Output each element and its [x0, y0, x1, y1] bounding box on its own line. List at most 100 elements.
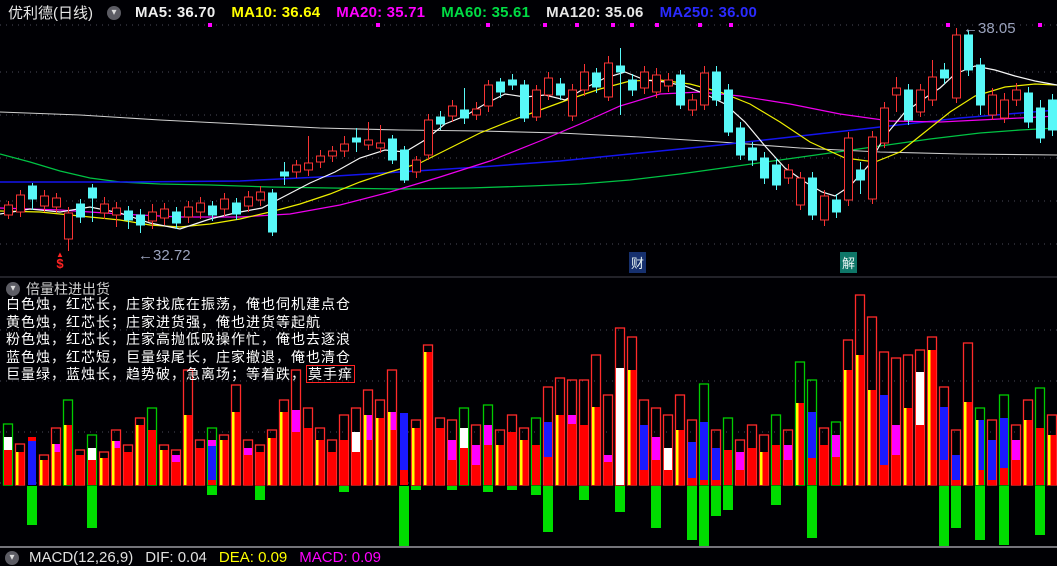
volume-bar-yellow-strip	[52, 444, 55, 485]
volume-bar-green-below	[399, 486, 409, 546]
volume-bar-segment	[832, 457, 840, 485]
volume-bar-segment	[304, 428, 312, 485]
volume-bar-segment	[880, 465, 888, 485]
volume-bar-segment	[784, 460, 792, 485]
volume-bar-segment	[652, 437, 660, 460]
volume-bar-yellow-strip	[64, 425, 67, 485]
volume-bar-segment	[772, 445, 780, 485]
ma-legend: MA5: 36.70 MA10: 36.64 MA20: 35.71 MA60: 35…	[135, 4, 773, 21]
volume-bar-segment	[292, 410, 300, 432]
candle-body	[532, 89, 541, 118]
caption-highlight: 莫手痒	[306, 365, 355, 383]
volume-bar-segment	[820, 445, 828, 485]
volume-bar-segment	[652, 460, 660, 485]
candle-body	[880, 107, 889, 144]
candle-body	[436, 116, 445, 125]
volume-bar-segment	[892, 455, 900, 485]
candle-body	[604, 62, 613, 98]
candle-body	[4, 204, 13, 216]
volume-bar-segment	[4, 437, 12, 450]
volume-bar-segment	[508, 432, 516, 485]
candle-body	[364, 139, 373, 146]
chevron-down-icon[interactable]: ▾	[5, 550, 19, 565]
volume-bar-green-below	[687, 486, 697, 540]
candle-body	[208, 205, 217, 216]
volume-bar-yellow-strip	[232, 412, 235, 485]
volume-bar-segment	[616, 368, 624, 485]
chevron-down-icon[interactable]: ▾	[107, 5, 121, 20]
volume-bar-yellow-strip	[364, 415, 367, 485]
volume-bar-green-below	[87, 486, 97, 528]
candle-body	[172, 211, 181, 224]
candle-body	[268, 192, 277, 233]
volume-bar-green-below	[207, 486, 217, 495]
volume-bar-yellow-strip	[112, 441, 115, 485]
volume-bar-green-below	[999, 486, 1009, 545]
volume-bar-segment	[1000, 418, 1008, 468]
volume-bar-segment	[352, 452, 360, 485]
candle-body	[400, 149, 409, 181]
volume-bar-yellow-strip	[844, 370, 847, 485]
candle-body	[628, 79, 637, 91]
volume-bar-segment	[292, 432, 300, 485]
candle-body	[820, 195, 829, 221]
volume-bar-segment	[952, 455, 960, 480]
volume-bar-green-below	[579, 486, 589, 500]
caption-line-4: 蓝色烛，红芯短，巨量绿尾长，庄家撤退，俺也清仓	[6, 348, 351, 365]
candle-body	[1048, 99, 1057, 131]
candle-body	[1012, 89, 1021, 101]
volume-bar-green-below	[723, 486, 733, 510]
volume-bar-segment	[748, 448, 756, 485]
volume-bar-segment	[808, 458, 816, 485]
candle-body	[1024, 92, 1033, 123]
candle-body	[232, 202, 241, 215]
chart-canvas[interactable]	[0, 0, 1057, 560]
candle-body	[964, 34, 973, 71]
volume-bar-segment	[460, 448, 468, 485]
volume-bar-green-below	[651, 486, 661, 528]
candle-body	[688, 99, 697, 111]
candle-body	[316, 155, 325, 163]
volume-bar-segment	[784, 445, 792, 460]
volume-bar-yellow-strip	[220, 440, 223, 485]
volume-bar-segment	[1012, 460, 1020, 485]
candle-body	[124, 210, 133, 221]
candle-body	[220, 198, 229, 210]
candle-body	[736, 127, 745, 156]
candles-layer	[4, 28, 1057, 251]
volume-bar-segment	[448, 460, 456, 485]
volume-bar-segment	[688, 478, 696, 485]
volume-bar-segment	[832, 435, 840, 457]
trading-app-window: 优利德(日线) ▾ MA5: 36.70 MA10: 36.64 MA20: 35.…	[0, 0, 1057, 566]
volume-bar-segment	[988, 440, 996, 480]
candle-body	[796, 177, 805, 206]
candle-body	[808, 177, 817, 216]
chevron-down-icon[interactable]: ▾	[6, 282, 20, 296]
macd-legend: MACD(12,26,9) DIF: 0.04 DEA: 0.09 MACD: 0.0…	[29, 549, 393, 566]
watermark-cai: 财	[629, 252, 647, 273]
candle-body	[148, 211, 157, 222]
ma-label: MA20: 35.71	[336, 4, 426, 21]
indicator-caption: 白色烛，红芯长，庄家找底在振荡，俺也伺机建点仓 黄色烛，红芯长；庄家进货强，俺也…	[6, 296, 355, 384]
candle-body	[304, 162, 313, 171]
volume-bar-green-below	[807, 486, 817, 538]
volume-bar-yellow-strip	[496, 445, 499, 485]
candle-body	[772, 164, 781, 186]
watermark-jie: 解	[840, 252, 858, 273]
volume-bar-green-below	[939, 486, 949, 546]
volume-bar-segment	[88, 460, 96, 485]
volume-bar-green-below	[543, 486, 553, 532]
volume-bar-yellow-strip	[628, 370, 631, 485]
sell-signal-marker: ▲ $	[56, 250, 64, 271]
volume-bar-segment	[148, 430, 156, 485]
ma-label: MA250: 36.00	[659, 4, 758, 21]
volume-bar-segment	[988, 480, 996, 485]
volume-bar-segment	[244, 455, 252, 485]
volume-bar-segment	[400, 413, 408, 470]
candle-body	[928, 76, 937, 101]
candle-body	[448, 105, 457, 117]
volume-bar-segment	[688, 442, 696, 478]
ma-label: MA120: 35.06	[546, 4, 644, 21]
volume-bar-green-below	[411, 486, 421, 490]
candle-body	[1000, 99, 1009, 119]
